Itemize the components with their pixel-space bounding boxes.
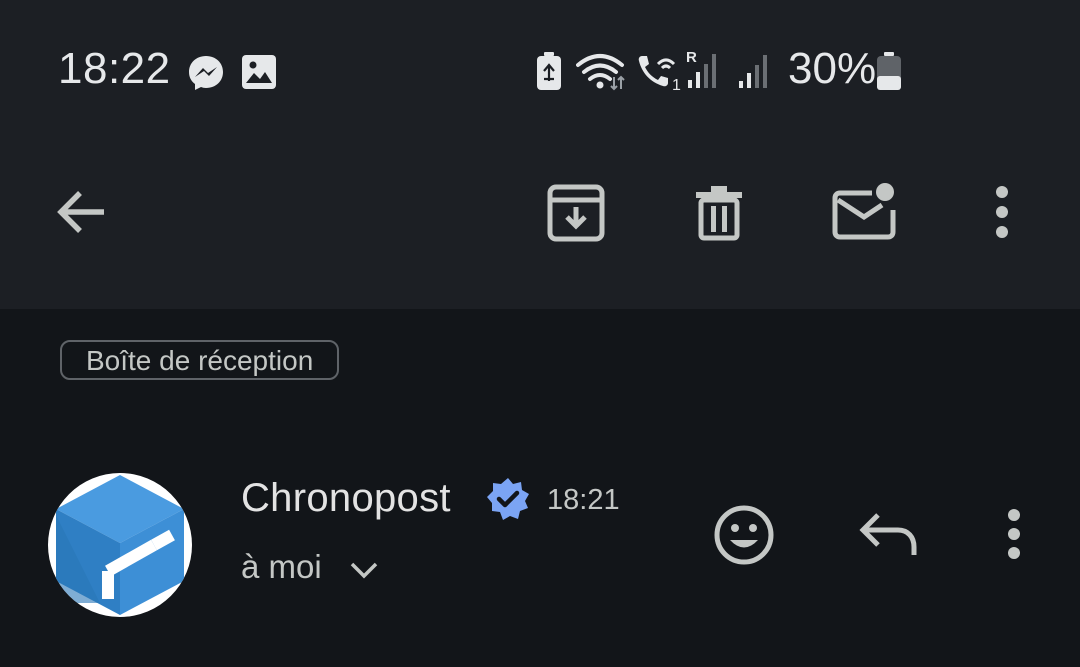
mark-unread-icon[interactable] bbox=[832, 182, 898, 240]
battery-saver-icon bbox=[537, 52, 561, 90]
message-time: 18:21 bbox=[547, 484, 620, 516]
status-bar: 18:22 1 R 30% bbox=[0, 0, 1080, 140]
top-app-area: 18:22 1 R 30% bbox=[0, 0, 1080, 309]
wifi-icon bbox=[576, 54, 625, 91]
archive-icon[interactable] bbox=[546, 184, 606, 242]
message-more-vert-icon[interactable] bbox=[1002, 508, 1026, 560]
status-time: 18:22 bbox=[58, 44, 171, 93]
reply-icon[interactable] bbox=[858, 511, 920, 557]
battery-icon bbox=[877, 52, 901, 90]
more-vert-icon[interactable] bbox=[990, 184, 1014, 240]
svg-text:R: R bbox=[686, 49, 697, 66]
sender-name[interactable]: Chronopost bbox=[241, 476, 451, 521]
emoji-react-icon[interactable] bbox=[712, 503, 776, 567]
signal-icon bbox=[739, 55, 767, 88]
chevron-down-icon[interactable] bbox=[348, 558, 380, 582]
delete-icon[interactable] bbox=[694, 184, 744, 242]
recipient-summary[interactable]: à moi bbox=[241, 548, 322, 586]
svg-text:1: 1 bbox=[672, 77, 681, 92]
battery-percent: 30% bbox=[788, 44, 877, 93]
label-chip-inbox[interactable]: Boîte de réception bbox=[60, 340, 340, 380]
verified-badge-icon bbox=[487, 478, 529, 520]
image-icon bbox=[242, 55, 276, 89]
chronopost-logo bbox=[56, 475, 184, 615]
back-arrow-icon[interactable] bbox=[54, 186, 110, 238]
wifi-call-icon: 1 bbox=[638, 56, 681, 92]
signal-roaming-icon: R bbox=[686, 49, 716, 88]
messenger-icon bbox=[189, 56, 223, 90]
sender-avatar[interactable] bbox=[48, 473, 192, 617]
